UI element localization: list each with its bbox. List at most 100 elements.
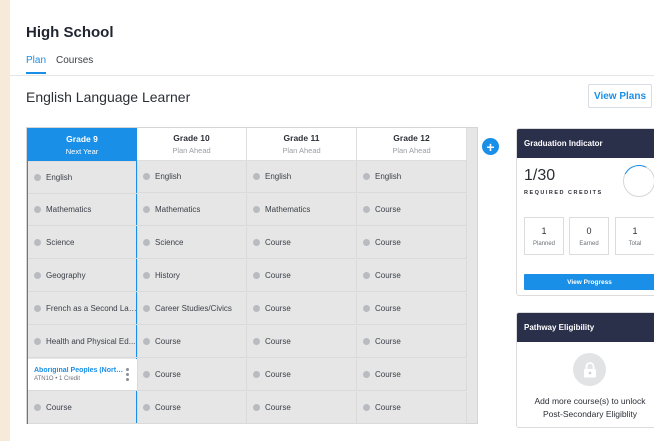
grade-subtitle: Next Year xyxy=(65,147,99,156)
course-title: Aboriginal Peoples (North ... xyxy=(34,367,126,374)
grade-label: Grade 11 xyxy=(283,133,320,143)
empty-dot-icon xyxy=(253,173,260,180)
course-slot[interactable]: Course xyxy=(247,260,357,292)
course-slot[interactable]: Mathematics xyxy=(137,194,247,226)
grade-9-header[interactable]: Grade 9 Next Year xyxy=(28,129,136,162)
planned-course-card[interactable]: Aboriginal Peoples (North ... ATN1O • 1 … xyxy=(28,359,138,391)
view-progress-button[interactable]: View Progress xyxy=(524,274,654,290)
grade-11-column: Grade 11 Plan Ahead English Mathematics … xyxy=(247,128,357,424)
grade-label: Grade 10 xyxy=(173,133,210,143)
empty-dot-icon xyxy=(253,338,260,345)
course-slot[interactable]: English xyxy=(247,161,357,193)
course-slot[interactable]: Health and Physical Ed... xyxy=(28,326,138,358)
course-slot[interactable]: History xyxy=(137,260,247,292)
course-slot[interactable]: Course xyxy=(247,326,357,358)
grade-10-header[interactable]: Grade 10 Plan Ahead xyxy=(137,128,247,161)
grade-12-column: Grade 12 Plan Ahead English Course Cours… xyxy=(357,128,467,424)
empty-dot-icon xyxy=(34,239,41,246)
grade-label: Grade 9 xyxy=(66,134,98,144)
credits-label: REQUIRED CREDITS xyxy=(524,190,603,196)
stat-total: 1 Total xyxy=(615,217,654,255)
pathway-message: Add more course(s) to unlock Post-Second… xyxy=(534,396,646,419)
empty-dot-icon xyxy=(363,305,370,312)
course-slot[interactable]: Course xyxy=(247,359,357,391)
view-plans-button[interactable]: View Plans xyxy=(588,84,652,108)
empty-dot-icon xyxy=(143,272,150,279)
course-slot[interactable]: Course xyxy=(137,326,247,358)
grade-subtitle: Plan Ahead xyxy=(392,146,431,155)
empty-dot-icon xyxy=(143,305,150,312)
app-window: High School Plan Courses English Languag… xyxy=(10,0,654,441)
course-slot[interactable]: English xyxy=(357,161,467,193)
empty-dot-icon xyxy=(34,404,41,411)
empty-dot-icon xyxy=(363,272,370,279)
course-slot[interactable]: Career Studies/Civics xyxy=(137,293,247,325)
grade-subtitle: Plan Ahead xyxy=(282,146,321,155)
empty-dot-icon xyxy=(253,305,260,312)
credits-count: 1/30 xyxy=(524,167,556,184)
lock-icon xyxy=(573,353,606,386)
graduation-indicator-title: Graduation Indicator xyxy=(517,129,654,158)
stat-earned: 0 Earned xyxy=(569,217,609,255)
course-slot[interactable]: Mathematics xyxy=(247,194,357,226)
course-slot[interactable]: English xyxy=(28,162,138,194)
empty-dot-icon xyxy=(363,239,370,246)
progress-ring-fill xyxy=(618,160,654,202)
app-title: High School xyxy=(26,24,114,41)
course-slot[interactable]: French as a Second Lan... xyxy=(28,293,138,325)
course-slot[interactable]: Geography xyxy=(28,260,138,292)
empty-dot-icon xyxy=(143,371,150,378)
course-slot[interactable]: Course xyxy=(137,392,247,424)
plan-grid: Grade 9 Next Year English Mathematics Sc… xyxy=(26,127,478,424)
course-code: ATN1O • 1 Credit xyxy=(34,376,81,382)
stat-planned: 1 Planned xyxy=(524,217,564,255)
kebab-menu-icon[interactable] xyxy=(126,368,129,381)
empty-dot-icon xyxy=(34,206,41,213)
course-slot[interactable]: Course xyxy=(357,260,467,292)
tab-bar: Plan Courses xyxy=(26,55,93,74)
empty-dot-icon xyxy=(363,206,370,213)
empty-dot-icon xyxy=(143,239,150,246)
empty-dot-icon xyxy=(253,206,260,213)
course-slot[interactable]: Course xyxy=(357,194,467,226)
empty-dot-icon xyxy=(143,338,150,345)
course-slot[interactable]: Science xyxy=(137,227,247,259)
course-slot[interactable]: Course xyxy=(357,326,467,358)
empty-dot-icon xyxy=(34,338,41,345)
course-slot[interactable]: Mathematics xyxy=(28,194,138,226)
empty-dot-icon xyxy=(253,371,260,378)
course-slot[interactable]: Course xyxy=(247,392,357,424)
course-slot[interactable]: Course xyxy=(28,392,138,424)
grade-11-header[interactable]: Grade 11 Plan Ahead xyxy=(247,128,357,161)
pathway-eligibility-title: Pathway Eligibility xyxy=(517,313,654,342)
page-title: English Language Learner xyxy=(26,89,191,105)
course-slot[interactable]: Course xyxy=(357,293,467,325)
course-slot[interactable]: Course xyxy=(357,227,467,259)
plus-icon: + xyxy=(486,138,495,155)
empty-dot-icon xyxy=(143,173,150,180)
course-slot[interactable]: Course xyxy=(357,392,467,424)
graduation-indicator-panel: Graduation Indicator 1/30 REQUIRED CREDI… xyxy=(516,128,654,296)
empty-dot-icon xyxy=(363,404,370,411)
empty-dot-icon xyxy=(253,272,260,279)
empty-dot-icon xyxy=(34,305,41,312)
course-slot[interactable]: Course xyxy=(357,359,467,391)
empty-dot-icon xyxy=(363,338,370,345)
page-header: High School Plan Courses xyxy=(10,0,654,76)
grade-10-column: Grade 10 Plan Ahead English Mathematics … xyxy=(137,128,247,424)
add-grade-button[interactable]: + xyxy=(482,138,499,155)
grade-12-header[interactable]: Grade 12 Plan Ahead xyxy=(357,128,467,161)
course-slot[interactable]: Course xyxy=(247,293,357,325)
course-slot[interactable]: English xyxy=(137,161,247,193)
tab-plan[interactable]: Plan xyxy=(26,55,47,74)
course-slot[interactable]: Science xyxy=(28,227,138,259)
empty-dot-icon xyxy=(34,272,41,279)
course-slot[interactable]: Course xyxy=(247,227,357,259)
grade-label: Grade 12 xyxy=(393,133,430,143)
empty-dot-icon xyxy=(363,371,370,378)
course-slot[interactable]: Course xyxy=(137,359,247,391)
pathway-eligibility-panel: Pathway Eligibility Add more course(s) t… xyxy=(516,312,654,428)
tab-courses[interactable]: Courses xyxy=(56,55,93,74)
empty-dot-icon xyxy=(143,404,150,411)
empty-dot-icon xyxy=(363,173,370,180)
